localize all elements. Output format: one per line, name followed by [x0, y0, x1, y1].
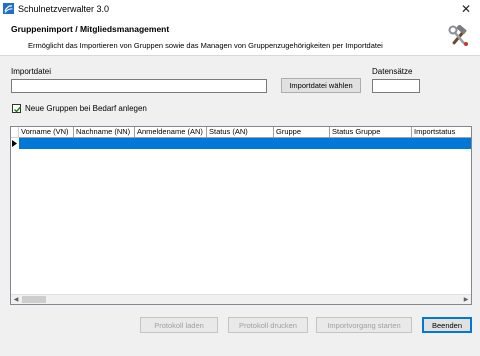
row-header[interactable]	[11, 138, 19, 149]
scrollbar-thumb[interactable]	[22, 296, 46, 303]
grid-header-row: Vorname (VN) Nachname (NN) Anmeldename (…	[19, 127, 471, 138]
scroll-right-icon[interactable]: ▶	[461, 295, 471, 304]
column-header-nachname[interactable]: Nachname (NN)	[74, 127, 135, 138]
choose-import-file-button[interactable]: Importdatei wählen	[281, 78, 361, 93]
load-log-button[interactable]: Protokoll laden	[140, 317, 218, 333]
column-header-importstatus[interactable]: Importstatus	[412, 127, 471, 138]
print-log-button[interactable]: Protokoll drucken	[228, 317, 308, 333]
checkmark-icon	[14, 106, 22, 113]
scroll-left-icon[interactable]: ◀	[11, 295, 21, 304]
current-row-arrow-icon	[12, 140, 17, 147]
quit-button[interactable]: Beenden	[422, 317, 472, 333]
create-groups-checkbox[interactable]	[12, 104, 22, 113]
column-header-status-an[interactable]: Status (AN)	[207, 127, 274, 138]
import-data-grid[interactable]: Vorname (VN) Nachname (NN) Anmeldename (…	[10, 126, 472, 305]
records-label: Datensätze	[372, 67, 413, 76]
window-title: Schulnetzverwalter 3.0	[18, 4, 110, 14]
column-header-vorname[interactable]: Vorname (VN)	[19, 127, 74, 138]
app-icon	[3, 3, 14, 14]
column-header-anmeldename[interactable]: Anmeldename (AN)	[135, 127, 207, 138]
page-title: Gruppenimport / Mitgliedsmanagement	[11, 24, 170, 34]
close-icon[interactable]: ✕	[458, 1, 474, 17]
tools-icon	[448, 25, 468, 46]
selected-row-cells[interactable]	[19, 138, 471, 149]
header-panel: Gruppenimport / Mitgliedsmanagement Ermö…	[0, 18, 480, 56]
import-file-field[interactable]	[11, 79, 267, 93]
column-header-status-gruppe[interactable]: Status Gruppe	[330, 127, 412, 138]
grid-corner	[11, 127, 19, 138]
horizontal-scrollbar[interactable]: ◀ ▶	[11, 294, 471, 304]
start-import-button[interactable]: Importvorgang starten	[316, 317, 412, 333]
page-description: Ermöglicht das Importieren von Gruppen s…	[28, 41, 383, 50]
import-file-label: Importdatei	[11, 67, 52, 76]
title-bar: Schulnetzverwalter 3.0 ✕	[0, 0, 480, 18]
column-header-gruppe[interactable]: Gruppe	[274, 127, 330, 138]
create-groups-label: Neue Gruppen bei Bedarf anlegen	[25, 104, 147, 113]
table-row[interactable]	[11, 138, 471, 149]
records-count-field[interactable]	[372, 79, 420, 93]
